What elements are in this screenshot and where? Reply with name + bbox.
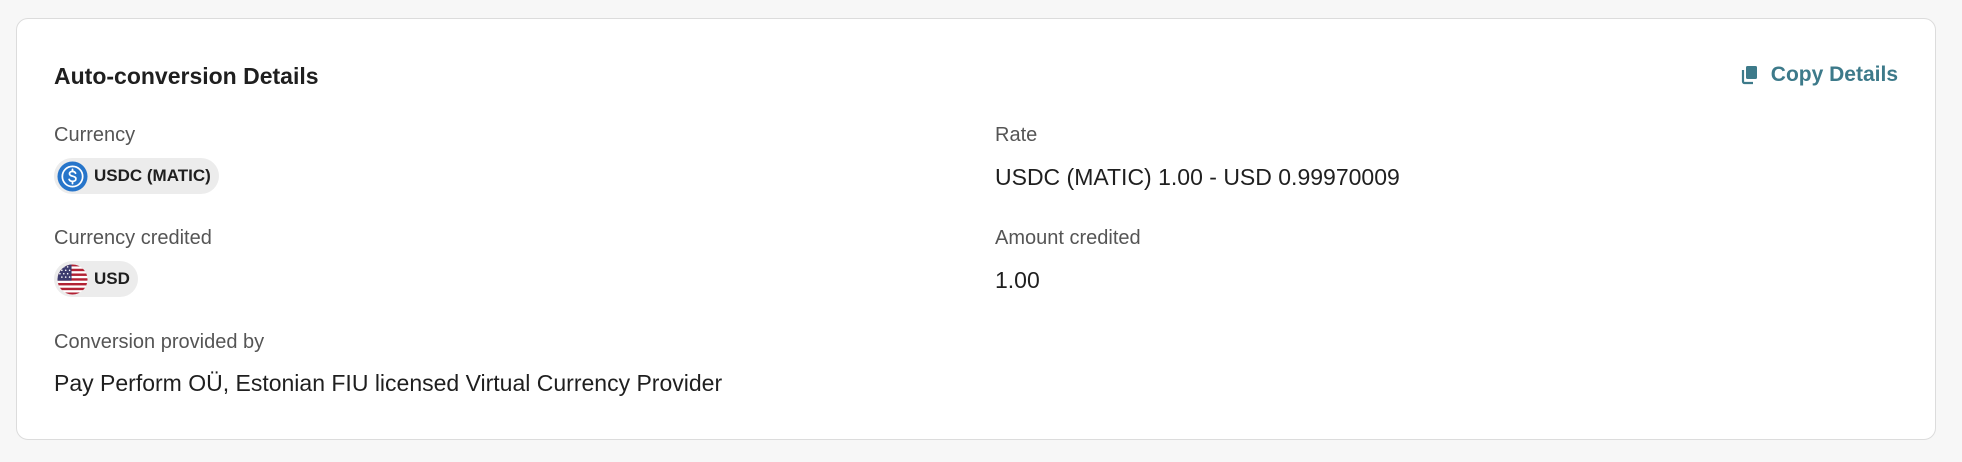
card-title: Auto-conversion Details (54, 63, 319, 89)
currency-credited-chip: USD (54, 261, 138, 297)
usdc-coin-icon (57, 160, 88, 192)
currency-credited-label: Currency credited (54, 227, 212, 249)
amount-credited-label: Amount credited (995, 227, 1141, 249)
provider-label: Conversion provided by (54, 331, 265, 353)
currency-value: USDC (MATIC) (94, 166, 211, 185)
rate-label: Rate (995, 124, 1038, 146)
currency-credited-value: USD (94, 269, 130, 288)
auto-conversion-card: Auto-conversion Details Copy Details Cur… (16, 18, 1936, 440)
copy-icon (1741, 65, 1759, 85)
copy-details-label: Copy Details (1770, 63, 1898, 86)
copy-details-button[interactable]: Copy Details (1741, 63, 1898, 87)
rate-value: USDC (MATIC) 1.00 - USD 0.99970009 (995, 164, 1400, 190)
currency-label: Currency (54, 124, 136, 146)
amount-credited-value: 1.00 (995, 267, 1040, 293)
provider-value: Pay Perform OÜ, Estonian FIU licensed Vi… (54, 370, 723, 396)
us-flag-icon (57, 263, 88, 295)
currency-chip: USDC (MATIC) (54, 158, 219, 194)
